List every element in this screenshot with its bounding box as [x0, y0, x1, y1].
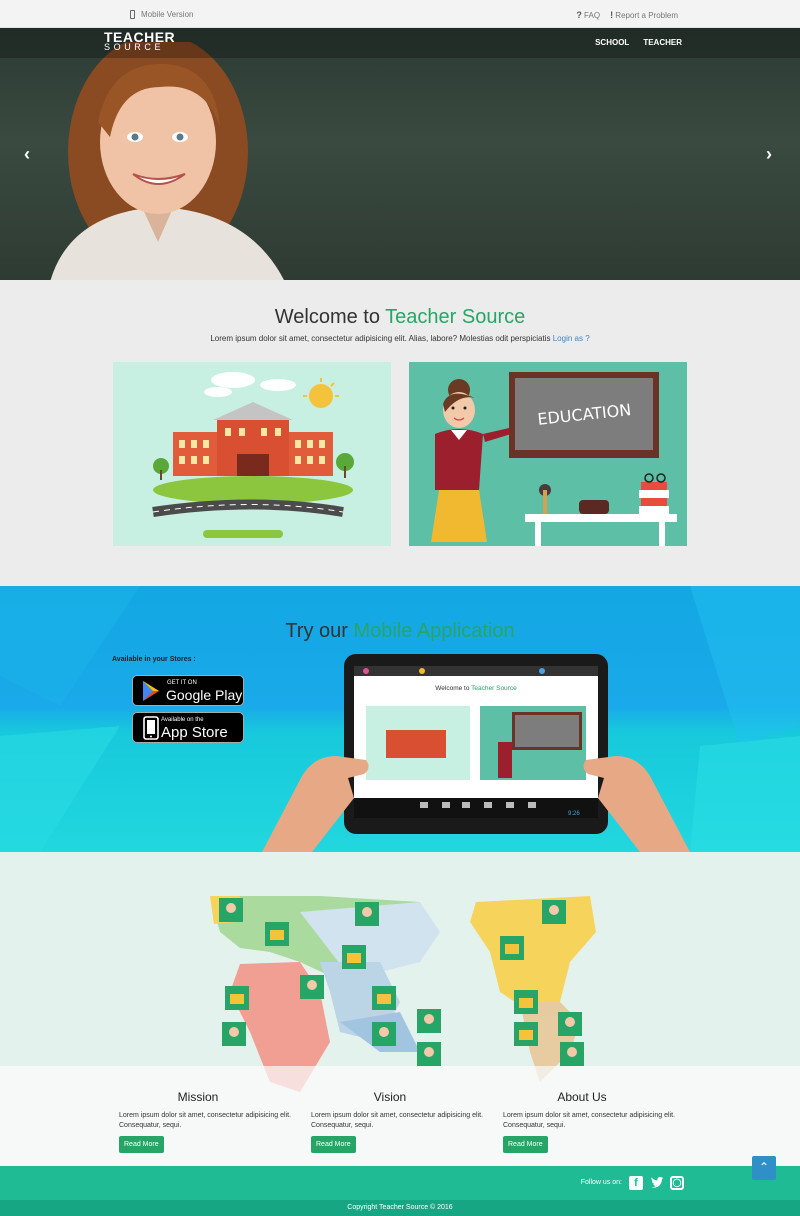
exclamation-icon: !: [610, 10, 614, 20]
chevron-right-icon: ›: [766, 144, 772, 164]
google-play-big-text: Google Play: [166, 687, 243, 703]
twitter-icon[interactable]: [650, 1176, 664, 1190]
faq-link[interactable]: ? FAQ: [576, 10, 600, 20]
mobile-version-link[interactable]: Mobile Version: [130, 10, 193, 19]
nav-item-teacher[interactable]: TEACHER: [643, 38, 682, 47]
about-us-text: Lorem ipsum dolor sit amet, consectetur …: [503, 1112, 675, 1129]
app-store-big-text: App Store: [161, 724, 228, 741]
vision-column: Vision Lorem ipsum dolor sit amet, conse…: [311, 1090, 491, 1153]
slider-next-button[interactable]: ›: [766, 144, 772, 165]
hero-teacher-photo: [50, 42, 284, 280]
google-play-icon: [143, 681, 159, 701]
vision-read-more-button[interactable]: Read More: [311, 1136, 356, 1153]
teacher-card[interactable]: EDUCATION: [409, 362, 687, 546]
app-title-prefix: Try our: [285, 620, 354, 642]
google-play-small-text: GET IT ON: [167, 680, 197, 686]
google-play-badge[interactable]: GET IT ON Google Play: [132, 675, 244, 706]
login-as-link[interactable]: Login as ?: [553, 334, 590, 343]
vision-text: Lorem ipsum dolor sit amet, consectetur …: [311, 1112, 483, 1129]
tablet-title-accent: Teacher Source: [471, 685, 517, 692]
faq-label: FAQ: [584, 11, 601, 20]
apple-icon: [143, 716, 159, 740]
report-problem-label: Report a Problem: [615, 11, 678, 20]
hero-slider: TEACHER SOURCE SCHOOL TEACHER ‹ ›: [0, 28, 800, 280]
school-card[interactable]: [113, 362, 391, 546]
top-utility-bar: Mobile Version ? FAQ ! Report a Problem: [0, 0, 800, 28]
teacher-illustration: EDUCATION: [409, 362, 687, 546]
tablet-screen-title: Welcome to Teacher Source: [435, 685, 517, 692]
mission-read-more-button[interactable]: Read More: [119, 1136, 164, 1153]
chevron-left-icon: ‹: [24, 144, 30, 164]
report-problem-link[interactable]: ! Report a Problem: [610, 10, 678, 20]
stores-label: Available in your Stores :: [112, 656, 196, 663]
logo-line-1: TEACHER: [104, 29, 176, 45]
mobile-phone-icon: [130, 10, 135, 19]
app-section-title: Try our Mobile Application: [0, 620, 800, 643]
facebook-icon[interactable]: f: [629, 1176, 643, 1190]
welcome-body-text: Lorem ipsum dolor sit amet, consectetur …: [210, 334, 553, 343]
tablet-title-prefix: Welcome to: [435, 685, 471, 692]
scroll-to-top-button[interactable]: ⌃: [752, 1156, 776, 1180]
tablet-mockup: Welcome to Teacher Source 9:26: [262, 654, 690, 852]
vision-title: Vision: [373, 1090, 407, 1104]
school-illustration: [113, 362, 391, 546]
instagram-icon[interactable]: ◯: [670, 1176, 684, 1190]
double-chevron-up-icon: ⌃: [758, 1160, 770, 1174]
welcome-text: Lorem ipsum dolor sit amet, consectetur …: [0, 334, 800, 343]
about-us-column: About Us Lorem ipsum dolor sit amet, con…: [503, 1090, 683, 1153]
app-store-small-text: Available on the: [161, 717, 204, 723]
main-nav: SCHOOL TEACHER: [595, 38, 682, 47]
welcome-title-accent: Teacher Source: [385, 306, 526, 328]
welcome-section: Welcome to Teacher Source Lorem ipsum do…: [0, 280, 800, 586]
mission-column: Mission Lorem ipsum dolor sit amet, cons…: [119, 1090, 299, 1153]
about-us-title: About Us: [557, 1090, 607, 1104]
follow-us-label: Follow us on:: [580, 1179, 622, 1186]
mission-text: Lorem ipsum dolor sit amet, consectetur …: [119, 1112, 291, 1129]
app-store-badge[interactable]: Available on the App Store: [132, 712, 244, 743]
mobile-version-label: Mobile Version: [141, 10, 194, 19]
question-icon: ?: [576, 10, 582, 20]
slider-prev-button[interactable]: ‹: [24, 144, 30, 165]
copyright-bar: Copyright Teacher Source © 2016: [0, 1200, 800, 1216]
footer: Follow us on: f ◯: [0, 1166, 800, 1200]
about-us-read-more-button[interactable]: Read More: [503, 1136, 548, 1153]
nav-item-school[interactable]: SCHOOL: [595, 38, 629, 47]
site-logo[interactable]: TEACHER SOURCE: [104, 29, 176, 52]
welcome-title-prefix: Welcome to: [274, 306, 386, 328]
mobile-app-section: Try our Mobile Application Available in …: [0, 586, 800, 852]
welcome-title: Welcome to Teacher Source: [0, 306, 800, 329]
tablet-clock: 9:26: [568, 811, 580, 817]
app-title-accent: Mobile Application: [353, 620, 515, 642]
mission-title: Mission: [177, 1090, 219, 1104]
